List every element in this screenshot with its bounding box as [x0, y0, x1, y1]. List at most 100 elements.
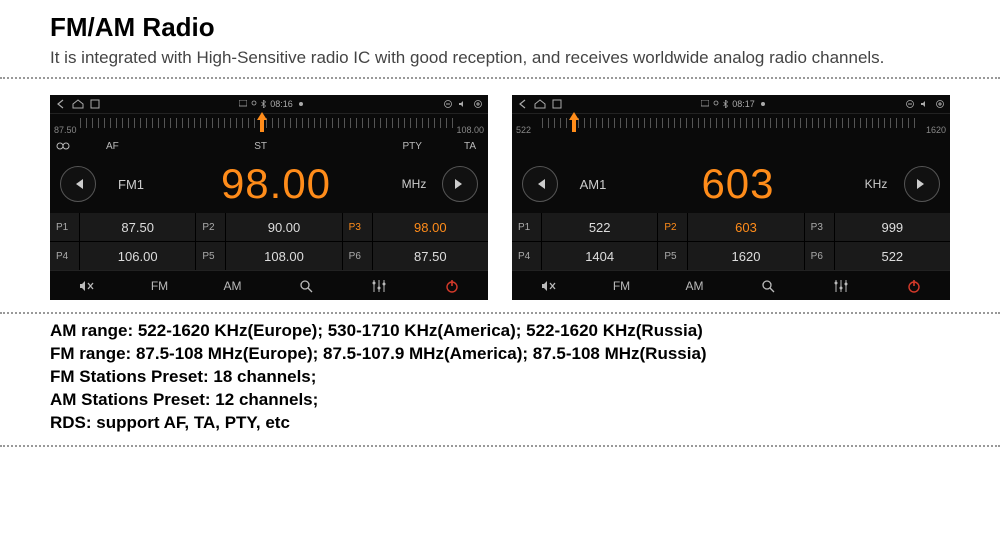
mute-button[interactable] — [50, 271, 123, 300]
frequency-display: FM1 98.00 MHz — [50, 155, 488, 213]
frequency-unit: MHz — [386, 177, 442, 191]
rds-af[interactable]: AF — [100, 141, 125, 152]
am-tab[interactable]: AM — [196, 271, 269, 300]
preset-grid: P1522P2603P3999P41404P51620P6522 — [512, 213, 950, 270]
volume-down-icon[interactable] — [444, 100, 452, 108]
frequency-display: AM1 603 KHz — [512, 155, 950, 213]
am-radio-screenshot: 08:17 522 1620 — [512, 95, 950, 300]
volume-icon[interactable] — [920, 100, 930, 108]
rds-st: ST — [248, 141, 273, 152]
preset-value: 90.00 — [226, 220, 341, 235]
preset-p3[interactable]: P3999 — [805, 213, 950, 241]
rds-row: AF ST PTY TA — [50, 137, 488, 155]
fm-tab[interactable]: FM — [123, 271, 196, 300]
preset-number: P5 — [658, 242, 688, 270]
spec-am-range: AM range: 522-1620 KHz(Europe); 530-1710… — [50, 320, 950, 343]
preset-value: 1620 — [688, 249, 803, 264]
page-subtitle: It is integrated with High-Sensitive rad… — [50, 47, 950, 69]
seek-prev-button[interactable] — [60, 166, 96, 202]
preset-number: P4 — [512, 242, 542, 270]
preset-number: P3 — [343, 213, 373, 241]
search-button[interactable] — [269, 271, 342, 300]
preset-number: P1 — [512, 213, 542, 241]
rds-pty[interactable]: PTY — [397, 141, 428, 152]
spec-fm-presets: FM Stations Preset: 18 channels; — [50, 366, 950, 389]
preset-p4[interactable]: P41404 — [512, 242, 657, 270]
volume-up-icon[interactable] — [936, 100, 944, 108]
seek-next-button[interactable] — [904, 166, 940, 202]
preset-p2[interactable]: P2603 — [658, 213, 803, 241]
preset-p4[interactable]: P4106.00 — [50, 242, 195, 270]
dial-needle[interactable] — [256, 112, 268, 132]
dial-max: 1620 — [926, 125, 946, 135]
dial-min: 87.50 — [54, 125, 77, 135]
home-icon[interactable] — [534, 99, 546, 109]
specs-block: AM range: 522-1620 KHz(Europe); 530-1710… — [0, 312, 1000, 447]
preset-number: P6 — [805, 242, 835, 270]
fm-radio-screenshot: 08:16 87.50 108.00 AF — [50, 95, 488, 300]
dial-ticks — [542, 118, 920, 128]
power-button[interactable] — [877, 271, 950, 300]
tuning-dial[interactable]: 87.50 108.00 — [50, 113, 488, 137]
eq-button[interactable] — [804, 271, 877, 300]
rds-row — [512, 137, 950, 155]
page-title: FM/AM Radio — [50, 12, 950, 43]
search-button[interactable] — [731, 271, 804, 300]
preset-p1[interactable]: P1522 — [512, 213, 657, 241]
preset-p5[interactable]: P51620 — [658, 242, 803, 270]
preset-p5[interactable]: P5108.00 — [196, 242, 341, 270]
spec-rds: RDS: support AF, TA, PTY, etc — [50, 412, 950, 435]
fm-tab[interactable]: FM — [585, 271, 658, 300]
recent-icon[interactable] — [90, 99, 100, 109]
gps-icon — [713, 100, 719, 108]
cast-icon — [239, 100, 247, 108]
home-icon[interactable] — [72, 99, 84, 109]
spec-fm-range: FM range: 87.5-108 MHz(Europe); 87.5-107… — [50, 343, 950, 366]
preset-number: P4 — [50, 242, 80, 270]
mute-button[interactable] — [512, 271, 585, 300]
volume-up-icon[interactable] — [474, 100, 482, 108]
dial-max: 108.00 — [456, 125, 484, 135]
back-icon[interactable] — [518, 99, 528, 109]
preset-p6[interactable]: P6522 — [805, 242, 950, 270]
rds-ta[interactable]: TA — [458, 141, 482, 152]
gps-icon — [251, 100, 257, 108]
bluetooth-icon — [723, 100, 728, 108]
frequency-unit: KHz — [848, 177, 904, 191]
volume-icon[interactable] — [458, 100, 468, 108]
tuning-dial[interactable]: 522 1620 — [512, 113, 950, 137]
am-tab[interactable]: AM — [658, 271, 731, 300]
preset-value: 999 — [835, 220, 950, 235]
bluetooth-icon — [261, 100, 266, 108]
preset-number: P6 — [343, 242, 373, 270]
preset-value: 87.50 — [80, 220, 195, 235]
preset-number: P2 — [196, 213, 226, 241]
seek-next-button[interactable] — [442, 166, 478, 202]
band-label[interactable]: FM1 — [96, 177, 166, 192]
dial-ticks — [80, 118, 458, 128]
bottom-bar: FM AM — [50, 270, 488, 300]
frequency-value: 98.00 — [166, 160, 386, 208]
power-button[interactable] — [415, 271, 488, 300]
preset-p3[interactable]: P398.00 — [343, 213, 488, 241]
eq-button[interactable] — [342, 271, 415, 300]
frequency-value: 603 — [628, 160, 848, 208]
status-time: 08:17 — [732, 99, 755, 109]
seek-prev-button[interactable] — [522, 166, 558, 202]
dial-needle[interactable] — [568, 112, 580, 132]
volume-down-icon[interactable] — [906, 100, 914, 108]
recent-icon[interactable] — [552, 99, 562, 109]
preset-number: P1 — [50, 213, 80, 241]
preset-p1[interactable]: P187.50 — [50, 213, 195, 241]
band-label[interactable]: AM1 — [558, 177, 628, 192]
preset-value: 1404 — [542, 249, 657, 264]
bottom-bar: FM AM — [512, 270, 950, 300]
preset-value: 87.50 — [373, 249, 488, 264]
preset-value: 108.00 — [226, 249, 341, 264]
preset-p2[interactable]: P290.00 — [196, 213, 341, 241]
stereo-icon — [56, 142, 70, 150]
preset-value: 522 — [542, 220, 657, 235]
preset-p6[interactable]: P687.50 — [343, 242, 488, 270]
back-icon[interactable] — [56, 99, 66, 109]
status-bar: 08:16 — [50, 95, 488, 113]
